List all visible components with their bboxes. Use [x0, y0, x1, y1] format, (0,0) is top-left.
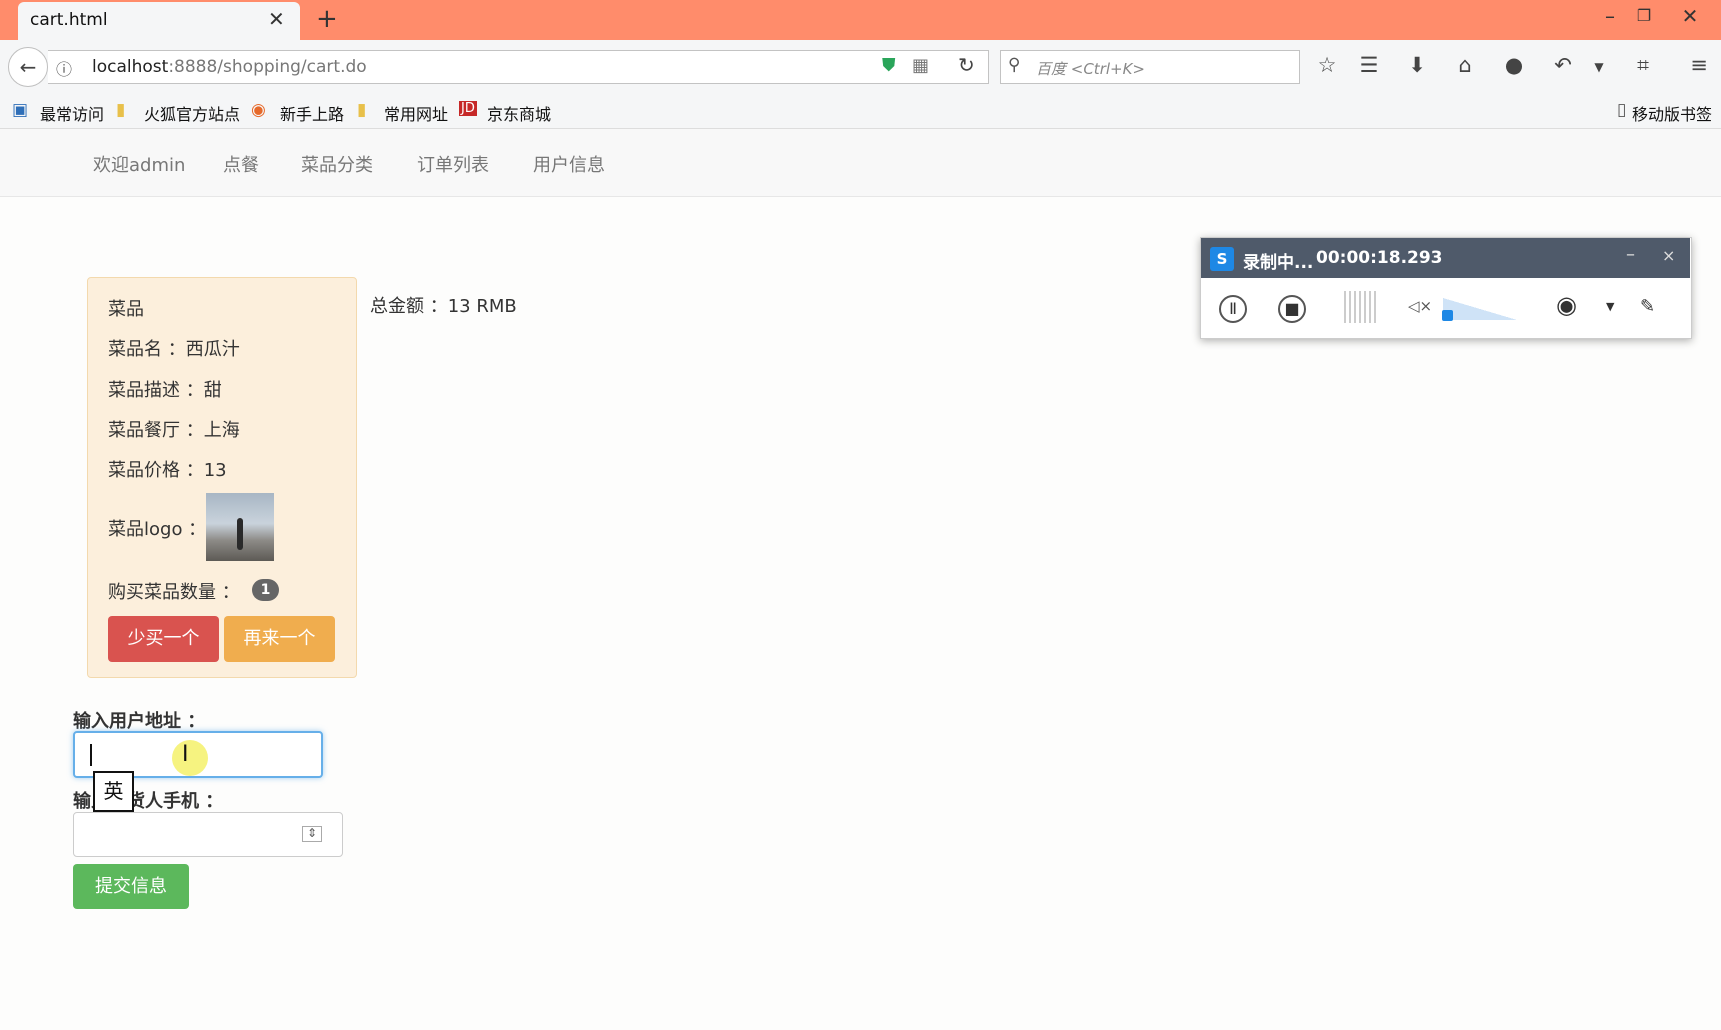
bookmark-getting-started[interactable]: 新手上路 [280, 101, 344, 125]
menu-icon[interactable]: ≡ [1682, 53, 1716, 77]
text-cursor-icon: I [182, 742, 189, 767]
audio-meter-icon [1344, 291, 1376, 323]
logo-figure [237, 518, 243, 550]
recorder-status: 录制中... [1243, 253, 1314, 273]
reading-list-icon[interactable]: ☰ [1352, 53, 1386, 77]
nav-order-list[interactable]: 订单列表 [417, 151, 489, 177]
new-tab-button[interactable]: + [316, 4, 338, 34]
url-text[interactable]: localhost:8888/shopping/cart.do [92, 57, 367, 77]
buy-less-button[interactable]: 少买一个 [108, 616, 219, 662]
recorder-logo-icon: S [1210, 247, 1234, 271]
shield-icon[interactable]: ⛊ [882, 55, 896, 76]
undo-icon[interactable]: ↶ [1546, 53, 1580, 77]
chat-icon[interactable]: ● [1497, 53, 1531, 77]
download-icon[interactable]: ⬇ [1400, 53, 1434, 77]
webcam-icon[interactable]: ◉ [1556, 291, 1577, 319]
dish-price: 菜品价格 ：13 [108, 460, 227, 481]
submit-button[interactable]: 提交信息 [73, 864, 189, 909]
bookmark-star-icon[interactable]: ☆ [1310, 53, 1344, 77]
address-label: 输入用户地址 ： [73, 711, 206, 732]
ime-indicator: 英 [93, 771, 134, 812]
url-host: localhost [92, 57, 169, 77]
nav-dish-category[interactable]: 菜品分类 [301, 151, 373, 177]
folder-icon: ▮ [357, 100, 367, 120]
recorder-minimize-button[interactable]: – [1626, 244, 1635, 265]
nav-order-food[interactable]: 点餐 [223, 151, 259, 177]
bookmark-firefox-site[interactable]: 火狐官方站点 [144, 101, 240, 125]
text-caret [90, 744, 92, 766]
firefox-icon: ◉ [251, 100, 266, 120]
dish-heading: 菜品 [108, 299, 144, 320]
mobile-bookmarks[interactable]: 移动版书签 [1632, 101, 1712, 125]
home-icon[interactable]: ⌂ [1448, 53, 1482, 77]
tab-close-icon[interactable]: ✕ [268, 7, 285, 31]
back-button[interactable]: ← [8, 47, 48, 87]
recorder-close-button[interactable]: × [1662, 246, 1675, 265]
pause-icon[interactable]: Ⅱ [1219, 295, 1247, 323]
jd-icon: JD [459, 101, 477, 116]
dish-description: 菜品描述 ：甜 [108, 380, 222, 401]
total-amount: 总金额 ：13 RMB [370, 296, 517, 317]
bookmark-common-sites[interactable]: 常用网址 [384, 101, 448, 125]
bookmark-most-visited[interactable]: 最常访问 [40, 101, 104, 125]
volume-slider[interactable] [1443, 298, 1517, 320]
folder-icon: ▮ [116, 100, 126, 120]
dish-restaurant: 菜品餐厅 ：上海 [108, 420, 240, 441]
most-visited-icon: ▣ [12, 100, 29, 120]
number-spinner-icon[interactable]: ⇕ [302, 826, 322, 842]
undo-dropdown-icon[interactable]: ▼ [1582, 60, 1616, 74]
cursor-highlight [172, 740, 208, 776]
close-window-button[interactable]: ✕ [1670, 4, 1710, 28]
reload-icon[interactable]: ↻ [958, 53, 975, 77]
nav-welcome[interactable]: 欢迎admin [93, 151, 185, 177]
search-placeholder: 百度 <Ctrl+K> [1036, 60, 1145, 78]
url-path: :8888/shopping/cart.do [168, 57, 367, 77]
buy-more-button[interactable]: 再来一个 [224, 616, 335, 662]
speaker-muted-icon[interactable]: ◁× [1408, 297, 1432, 315]
stop-icon[interactable]: ■ [1278, 295, 1306, 323]
crop-icon[interactable]: ⌗ [1626, 53, 1660, 78]
restore-window-button[interactable]: ❐ [1624, 6, 1664, 25]
tab-title: cart.html [30, 10, 108, 30]
nav-user-info[interactable]: 用户信息 [533, 151, 605, 177]
site-info-icon[interactable]: ⓘ [56, 56, 72, 80]
bookmark-jd-mall[interactable]: 京东商城 [487, 101, 551, 125]
pen-icon[interactable]: ✎ [1640, 296, 1655, 317]
mobile-icon: ▯ [1617, 100, 1627, 120]
qr-code-icon[interactable]: ▦ [912, 55, 929, 76]
search-icon: ⚲ [1008, 55, 1021, 75]
volume-slider-handle[interactable] [1442, 310, 1453, 321]
quantity-badge: 1 [252, 579, 279, 601]
dish-quantity-label: 购买菜品数量 ： [108, 582, 240, 603]
dish-name: 菜品名 ：西瓜汁 [108, 339, 240, 360]
recorder-time: 00:00:18.293 [1316, 248, 1443, 268]
webcam-dropdown-icon[interactable]: ▼ [1606, 300, 1614, 313]
dish-logo-label: 菜品logo ： [108, 519, 207, 540]
